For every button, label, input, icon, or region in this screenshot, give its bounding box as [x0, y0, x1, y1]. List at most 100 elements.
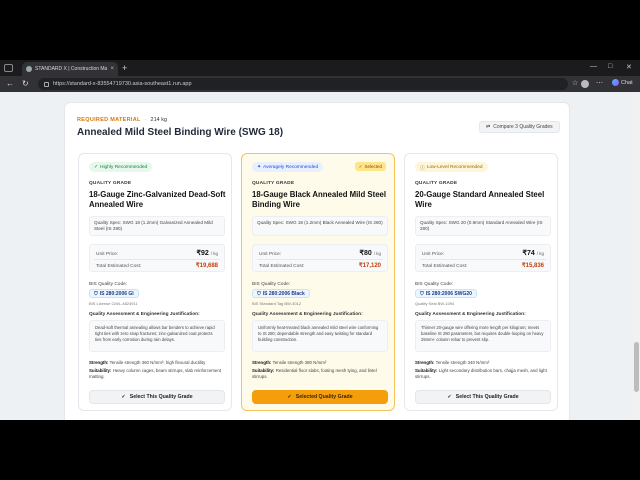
quality-grade-label: QUALITY GRADE — [89, 181, 132, 186]
qa-label: Quality Assessment & Engineering Justifi… — [252, 312, 363, 317]
selected-tag-label: Selected — [364, 164, 382, 169]
price-divider — [420, 259, 546, 260]
unit-price-label: Unit Price: — [422, 252, 445, 257]
tab-close-icon[interactable]: × — [110, 66, 114, 72]
back-icon[interactable]: ← — [6, 79, 14, 88]
compare-label: Compare 3 Quality Grades — [493, 124, 553, 130]
total-cost: ₹17,120 — [358, 263, 381, 269]
separator: · — [144, 117, 147, 123]
favorites-icon[interactable]: ☆ — [572, 79, 578, 87]
grade-name: 18-Gauge Black Annealed Mild Steel Bindi… — [252, 190, 387, 210]
grade-card-3[interactable]: ⓘ Low-Level Recommended QUALITY GRADE 20… — [404, 153, 558, 411]
copilot-icon — [612, 79, 619, 86]
more-menu-icon[interactable]: ⋯ — [596, 79, 603, 87]
qa-label: Quality Assessment & Engineering Justifi… — [89, 312, 200, 317]
profile-avatar[interactable] — [581, 80, 589, 88]
selected-tag: ✓ Selected — [354, 162, 386, 171]
quality-spec: Quality Spec: SWG 18 (1.2mm) Black Annea… — [252, 216, 388, 236]
quality-spec: Quality Spec: SWG 20 (0.9mm) Standard An… — [415, 216, 551, 236]
grade-card-2[interactable]: ✦ Averagely Recommended ✓ Selected QUALIT… — [241, 153, 395, 411]
select-label: Select This Quality Grade — [455, 394, 519, 400]
qa-text: Uniformly heat-treated black annealed mi… — [252, 320, 388, 352]
bis-label: BIS Quality Code: — [252, 282, 291, 287]
price-box: Unit Price: ₹80 / kg Total Estimated Cost… — [252, 244, 388, 272]
select-grade-button[interactable]: ✓ Select This Quality Grade — [415, 390, 551, 404]
strength-label: Strength: — [415, 360, 435, 365]
suitability-line: Suitability: Light secondary distributio… — [415, 368, 553, 381]
address-bar-row: ← ↻ https://standard-x-83554719730.asia-… — [0, 76, 640, 92]
unit-price: ₹74 — [522, 250, 535, 257]
site-info-icon[interactable] — [44, 81, 49, 87]
check-icon: ✓ — [287, 394, 292, 400]
check-icon: ✓ — [358, 163, 363, 169]
unit-price: ₹80 — [359, 250, 372, 257]
selected-grade-button[interactable]: ✓ Selected Quality Grade — [252, 390, 388, 404]
qa-text: Thinner 20-gauge wire offering more leng… — [415, 320, 551, 352]
recommendation-badge: ✦ Averagely Recommended — [252, 162, 324, 172]
unit-price: ₹92 — [196, 250, 209, 257]
scrollbar-thumb[interactable] — [634, 342, 639, 392]
recommendation-badge: ⓘ Low-Level Recommended — [415, 162, 488, 172]
grade-card-1[interactable]: ✓ Highly Recommended QUALITY GRADE 18-Ga… — [78, 153, 232, 411]
badge-label: Highly Recommended — [100, 164, 148, 170]
browser-chrome: STANDARD X | Construction Mate × + — □ ✕… — [0, 60, 640, 92]
browser-tab[interactable]: STANDARD X | Construction Mate × — [22, 62, 118, 76]
check-icon: ✓ — [121, 394, 126, 400]
bis-code: IS 280:2006 GI — [99, 290, 134, 297]
quality-grade-label: QUALITY GRADE — [415, 181, 458, 186]
material-title: Annealed Mild Steel Binding Wire (SWG 18… — [77, 127, 284, 138]
compare-grades-button[interactable]: ⇄ Compare 3 Quality Grades — [479, 121, 560, 133]
bis-code-badge: ⛉ IS 280:2006 GI — [89, 289, 139, 298]
minimize-button[interactable]: — — [590, 63, 597, 70]
bis-license: Quality Seal BW-1094 — [415, 301, 455, 306]
tab-strip: STANDARD X | Construction Mate × + — □ ✕ — [0, 60, 640, 76]
bis-license: BIS License CM/L-4824911 — [89, 301, 138, 306]
bis-label: BIS Quality Code: — [415, 282, 454, 287]
required-quantity: 214 kg — [150, 117, 168, 123]
strength-label: Strength: — [252, 360, 272, 365]
select-label: Select This Quality Grade — [129, 394, 193, 400]
page-scrollbar[interactable] — [633, 92, 640, 420]
price-divider — [94, 259, 220, 260]
total-cost-label: Total Estimated Cost: — [96, 264, 142, 269]
suitability-line: Suitability: Heavy column cages, beam st… — [89, 368, 227, 381]
price-box: Unit Price: ₹74 / kg Total Estimated Cost… — [415, 244, 551, 272]
quality-spec: Quality Spec: SWG 18 (1.2mm) Galvanized … — [89, 216, 225, 236]
material-panel: REQUIRED MATERIAL · 214 kg Annealed Mild… — [64, 102, 570, 420]
url-field[interactable]: https://standard-x-83554719730.asia-sout… — [38, 78, 568, 90]
select-label: Selected Quality Grade — [295, 394, 353, 400]
tab-title: STANDARD X | Construction Mate — [35, 66, 108, 72]
tab-actions-icon[interactable] — [4, 64, 13, 72]
strength-line: Strength: Tensile strength 380 N/mm² — [252, 360, 390, 366]
star-icon: ✦ — [257, 164, 262, 170]
shield-icon: ⛉ — [257, 290, 261, 297]
total-cost-label: Total Estimated Cost: — [422, 264, 468, 269]
required-label: REQUIRED MATERIAL — [77, 117, 141, 123]
quality-grade-label: QUALITY GRADE — [252, 181, 295, 186]
refresh-icon[interactable]: ↻ — [22, 79, 29, 88]
strength-value: Tensile strength 380 N/mm² — [272, 360, 327, 365]
suitability-label: Suitability: — [89, 368, 112, 373]
maximize-button[interactable]: □ — [608, 63, 612, 70]
badge-label: Averagely Recommended — [263, 164, 319, 170]
close-window-button[interactable]: ✕ — [626, 63, 632, 71]
unit-price-label: Unit Price: — [96, 252, 119, 257]
chat-button[interactable]: Chat — [612, 79, 633, 86]
qa-text: Dead-soft thermal annealing allows bar b… — [89, 320, 225, 352]
url-text: https://standard-x-83554719730.asia-sout… — [53, 81, 192, 87]
suitability-line: Suitability: Residential floor slabs, fo… — [252, 368, 390, 381]
shield-icon: ⛉ — [94, 290, 98, 297]
strength-value: Tensile strength 340 N/mm² — [435, 360, 490, 365]
total-cost: ₹15,836 — [521, 263, 544, 269]
strength-value: Tensile strength 360 N/mm²; high flexura… — [109, 360, 206, 365]
bis-code-badge: ⛉ IS 280:2006 Black — [252, 289, 310, 298]
bis-label: BIS Quality Code: — [89, 282, 128, 287]
qa-label: Quality Assessment & Engineering Justifi… — [415, 312, 526, 317]
select-grade-button[interactable]: ✓ Select This Quality Grade — [89, 390, 225, 404]
price-box: Unit Price: ₹92 / kg Total Estimated Cost… — [89, 244, 225, 272]
strength-line: Strength: Tensile strength 340 N/mm² — [415, 360, 553, 366]
bis-code: IS 280:2006 Black — [262, 290, 305, 297]
strength-label: Strength: — [89, 360, 109, 365]
unit-per: / kg — [210, 251, 218, 256]
new-tab-button[interactable]: + — [122, 63, 127, 73]
